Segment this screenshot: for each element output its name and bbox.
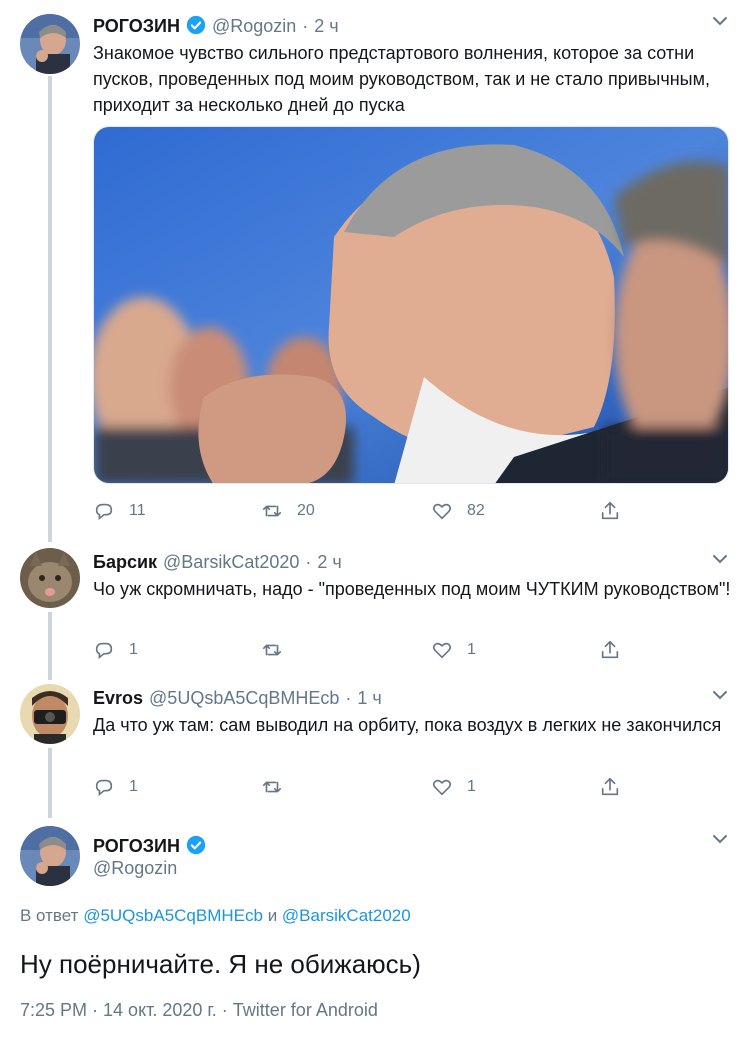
username[interactable]: @Rogozin — [93, 858, 177, 879]
tweet-header: Барсик @BarsikCat2020 · 2 ч — [93, 552, 342, 576]
timestamp[interactable]: 2 ч — [314, 16, 338, 37]
reply-count: 11 — [129, 502, 146, 519]
reply-button[interactable]: 1 — [93, 773, 138, 801]
like-count: 1 — [467, 778, 476, 795]
retweet-icon — [262, 505, 282, 517]
tweet-photo[interactable] — [93, 126, 729, 484]
focused-tweet-text: Ну поёрничайте. Я не обижаюсь) — [20, 949, 421, 979]
reply-icon — [95, 779, 113, 797]
heart-icon — [432, 642, 452, 659]
separator-dot: · — [305, 552, 312, 572]
tweet-barsik[interactable]: Барсик @BarsikCat2020 · 2 ч Чо уж скромн… — [0, 540, 748, 676]
reply-mention-link[interactable]: @BarsikCat2020 — [282, 906, 411, 925]
share-button[interactable] — [599, 497, 621, 525]
display-name[interactable]: Барсик — [93, 552, 157, 573]
tweet-text: Знакомое чувство сильного предстартового… — [93, 43, 710, 115]
reply-count: 1 — [129, 641, 138, 658]
reply-button[interactable]: 1 — [93, 636, 138, 664]
timestamp[interactable]: 1 ч — [357, 688, 381, 709]
like-button[interactable]: 1 — [431, 636, 476, 664]
tweet-evros[interactable]: Evros @5UQsbA5CqBMHEcb · 1 ч Да что уж т… — [0, 676, 748, 814]
reply-count: 1 — [129, 778, 138, 795]
reply-button[interactable]: 11 — [93, 497, 146, 525]
separator-dot: · — [345, 688, 352, 708]
verified-badge-icon — [186, 15, 206, 35]
heart-icon — [432, 503, 452, 520]
avatar[interactable] — [20, 14, 80, 74]
verified-badge-icon — [186, 835, 206, 855]
tweet-header: РОГОЗИН @Rogozin · 2 ч — [93, 12, 339, 36]
reply-mention-link[interactable]: @5UQsbA5CqBMHEcb — [83, 906, 263, 925]
display-name[interactable]: Evros — [93, 688, 143, 709]
display-name[interactable]: РОГОЗИН — [93, 16, 180, 37]
like-count: 82 — [467, 502, 485, 519]
share-icon — [601, 640, 619, 659]
share-button[interactable] — [599, 773, 621, 801]
tweet-actions: 11 20 82 — [93, 497, 653, 525]
display-name[interactable]: РОГОЗИН — [93, 836, 180, 857]
like-count: 1 — [467, 641, 476, 658]
retweet-button[interactable] — [261, 773, 297, 801]
tweet-meta[interactable]: 7:25 PM · 14 окт. 2020 г. · Twitter for … — [20, 1000, 378, 1021]
reply-icon — [95, 503, 113, 521]
username-row: @Rogozin — [93, 858, 177, 882]
avatar[interactable] — [20, 826, 80, 886]
reply-icon — [95, 642, 113, 660]
tweet-rogozin[interactable]: РОГОЗИН @Rogozin · 2 ч Знакомое чувство … — [0, 0, 748, 540]
retweet-count: 20 — [297, 502, 315, 519]
retweet-button[interactable]: 20 — [261, 497, 315, 525]
chevron-down-icon[interactable] — [712, 16, 728, 26]
chevron-down-icon[interactable] — [712, 834, 728, 844]
chevron-down-icon[interactable] — [712, 690, 728, 700]
tweet-actions: 1 1 — [93, 636, 653, 664]
tweet-text: Да что уж там: сам выводил на орбиту, по… — [93, 715, 722, 735]
username[interactable]: @Rogozin — [212, 16, 296, 37]
heart-icon — [432, 779, 452, 796]
like-button[interactable]: 1 — [431, 773, 476, 801]
replying-to: В ответ @5UQsbA5CqBMHEcb и @BarsikCat202… — [20, 906, 411, 926]
like-button[interactable]: 82 — [431, 497, 485, 525]
tweet-header: РОГОЗИН — [93, 832, 206, 856]
timestamp[interactable]: 2 ч — [317, 552, 341, 573]
username[interactable]: @BarsikCat2020 — [163, 552, 299, 573]
avatar[interactable] — [20, 548, 80, 608]
retweet-icon — [262, 781, 282, 793]
share-icon — [601, 777, 619, 796]
tweet-text: Чо уж скромничать, надо - "проведенных п… — [93, 579, 731, 599]
share-icon — [601, 501, 619, 520]
reply-and: и — [267, 906, 278, 925]
retweet-button[interactable] — [261, 636, 297, 664]
separator-dot: · — [302, 16, 309, 36]
reply-prefix: В ответ — [20, 906, 79, 925]
username[interactable]: @5UQsbA5CqBMHEcb — [149, 688, 339, 709]
share-button[interactable] — [599, 636, 621, 664]
tweet-header: Evros @5UQsbA5CqBMHEcb · 1 ч — [93, 688, 382, 712]
tweet-actions: 1 1 — [93, 773, 653, 801]
avatar[interactable] — [20, 684, 80, 744]
chevron-down-icon[interactable] — [712, 554, 728, 564]
retweet-icon — [262, 644, 282, 656]
